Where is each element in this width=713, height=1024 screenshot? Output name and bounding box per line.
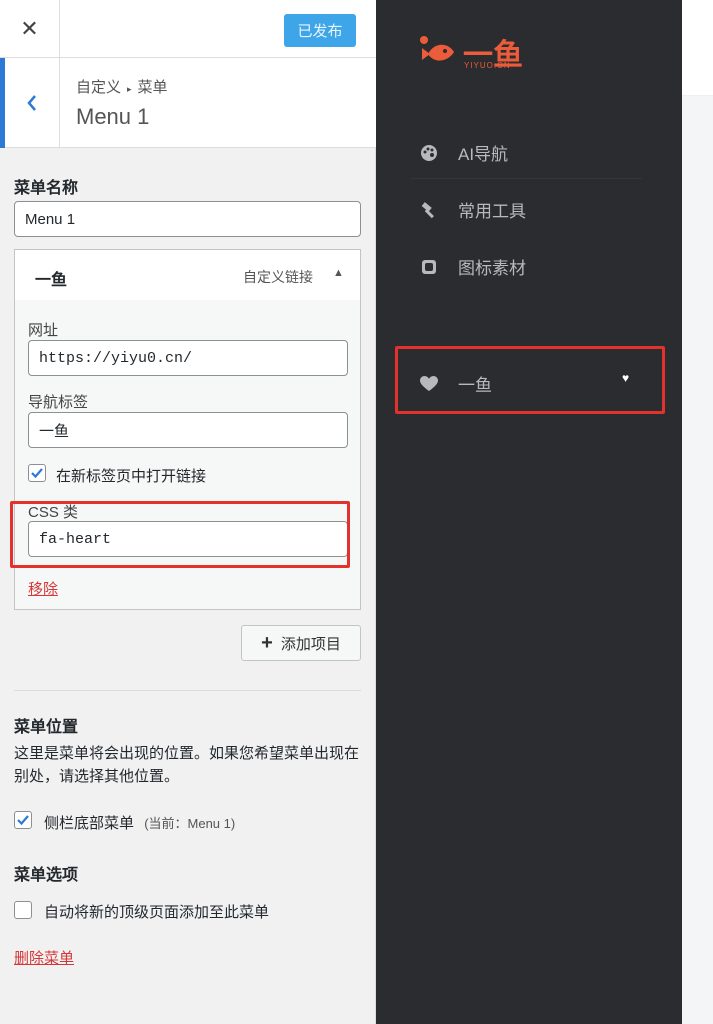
menu-item-type: 自定义链接: [243, 269, 313, 285]
menu-location-heading: 菜单位置: [14, 719, 79, 736]
close-icon: ✕: [20, 16, 39, 41]
auto-add-pages-label: 自动将新的顶级页面添加至此菜单: [44, 904, 270, 921]
nav-item-icons[interactable]: 图标素材: [420, 254, 526, 279]
add-item-label: 添加项目: [280, 635, 341, 653]
caret-up-icon[interactable]: ▲: [333, 267, 344, 279]
menu-item-title: 一鱼: [35, 272, 68, 289]
close-button[interactable]: ✕: [0, 0, 60, 58]
image-icon: [420, 258, 438, 276]
customizer-panel: ✕ 已发布 自定义 ▸ 菜单 Menu 1 菜单名称 Menu 1 一鱼 自定义链接…: [0, 0, 376, 1024]
nav-item-tools[interactable]: 常用工具: [420, 197, 526, 222]
remove-link[interactable]: 移除: [28, 578, 58, 599]
nav-item-label: 常用工具: [458, 202, 526, 221]
menu-name-input[interactable]: Menu 1: [14, 201, 361, 237]
checkmark-icon: [17, 815, 29, 826]
sidebar-bottom-menu-label: 侧栏底部菜单 (当前：Menu 1): [44, 812, 235, 833]
back-button[interactable]: [0, 58, 60, 148]
menu-options-heading: 菜单选项: [14, 867, 79, 884]
nav-label-input[interactable]: 一鱼: [28, 412, 348, 448]
open-new-tab-checkbox[interactable]: [28, 464, 46, 482]
checkmark-icon: [31, 468, 43, 479]
location-option-note: (当前：Menu 1): [144, 816, 236, 831]
url-input[interactable]: https://yiyu0.cn/: [28, 340, 348, 376]
breadcrumb-parent: 自定义: [76, 79, 122, 96]
auto-add-pages-checkbox[interactable]: [14, 901, 32, 919]
menu-location-description: 这里是菜单将会出现的位置。如果您希望菜单出现在别处，请选择其他位置。: [14, 745, 360, 785]
preview-content-area: [682, 96, 713, 1024]
nav-item-ai[interactable]: AI导航: [420, 140, 508, 165]
palette-icon: [420, 144, 438, 162]
highlight-box: [10, 501, 350, 568]
add-item-button[interactable]: + 添加项目: [241, 625, 361, 661]
breadcrumb: 自定义 ▸ 菜单: [76, 76, 168, 97]
chevron-left-icon: [27, 95, 36, 111]
sidebar-bottom-menu-checkbox[interactable]: [14, 811, 32, 829]
breadcrumb-current: 菜单: [137, 79, 168, 96]
nav-divider: [410, 178, 642, 179]
divider: [14, 690, 361, 691]
page-title: Menu 1: [76, 104, 150, 129]
section-header: 自定义 ▸ 菜单 Menu 1: [0, 58, 376, 148]
plus-icon: +: [261, 631, 273, 654]
nav-label-label: 导航标签: [28, 394, 89, 411]
open-new-tab-label: 在新标签页中打开链接: [56, 468, 207, 485]
delete-menu-link[interactable]: 删除菜单: [14, 947, 74, 968]
hammer-icon: [420, 201, 438, 219]
menu-name-label: 菜单名称: [14, 180, 79, 197]
nav-item-label: AI导航: [458, 145, 509, 164]
menu-item-header[interactable]: 一鱼 自定义链接 ▲: [15, 250, 360, 300]
publish-button[interactable]: 已发布: [284, 14, 356, 47]
logo-subtitle: YIYUO.CN: [464, 61, 511, 70]
url-label: 网址: [28, 322, 59, 339]
highlight-box: [395, 346, 665, 414]
customizer-header: ✕ 已发布: [0, 0, 376, 58]
preview-header-strip: [682, 0, 713, 96]
nav-item-label: 图标素材: [458, 259, 526, 278]
breadcrumb-separator-icon: ▸: [127, 84, 132, 94]
location-option-label: 侧栏底部菜单: [44, 815, 135, 832]
